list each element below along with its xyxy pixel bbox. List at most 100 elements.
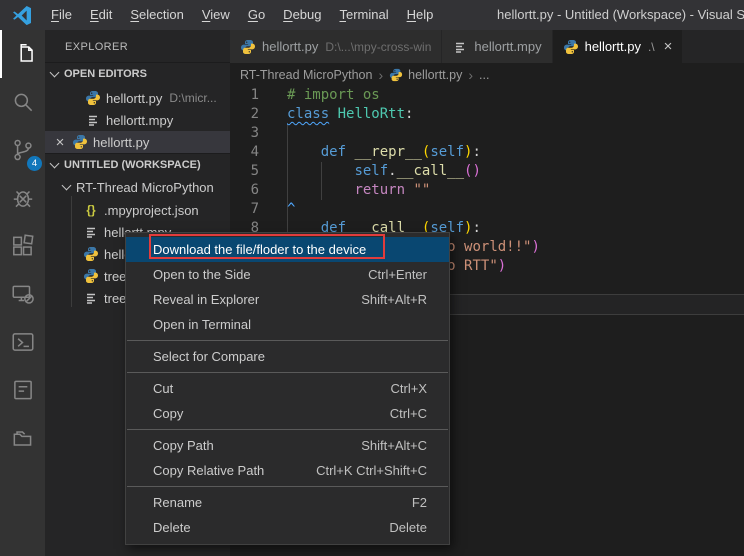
menu-item-copy-path[interactable]: Copy Path Shift+Alt+C	[126, 433, 449, 458]
code-line[interactable]: 4 def __repr__(self):	[230, 143, 744, 162]
code-line[interactable]: 7^	[230, 200, 744, 219]
menu-item-rename[interactable]: Rename F2	[126, 490, 449, 515]
activity-source-control[interactable]: 4	[0, 126, 45, 174]
code-line[interactable]: 2class HelloRtt:	[230, 105, 744, 124]
breadcrumb-file[interactable]: hellortt.py	[408, 68, 462, 82]
open-editor-hellortt-mpy[interactable]: hellortt.mpy	[45, 109, 230, 131]
explorer-context-menu: Download the file/floder to the device O…	[125, 232, 450, 545]
menu-view[interactable]: View	[193, 0, 239, 30]
close-icon[interactable]: ×	[664, 38, 673, 55]
menu-terminal[interactable]: Terminal	[330, 0, 397, 30]
menu-file[interactable]: File	[42, 0, 81, 30]
code-line[interactable]: 5 self.__call__()	[230, 162, 744, 181]
file-path: D:\micr...	[169, 91, 216, 105]
chevron-right-icon: ›	[378, 67, 383, 83]
open-editor-hellortt-py-1[interactable]: hellortt.py D:\micr...	[45, 87, 230, 109]
python-file-icon	[389, 68, 403, 82]
activity-debug[interactable]	[0, 174, 45, 222]
menu-help[interactable]: Help	[398, 0, 443, 30]
breadcrumb-symbol[interactable]: ...	[479, 68, 489, 82]
tab-path: D:\...\mpy-cross-win	[325, 40, 431, 54]
menu-item-copy[interactable]: Copy Ctrl+C	[126, 401, 449, 426]
folder-rt-thread-micropython[interactable]: RT-Thread MicroPython	[45, 176, 230, 198]
activity-remote-device[interactable]	[0, 270, 45, 318]
menu-item-select-for-compare[interactable]: Select for Compare	[126, 344, 449, 369]
chevron-down-icon	[50, 159, 60, 169]
close-icon[interactable]: ×	[53, 134, 67, 151]
menu-item-download-to-device[interactable]: Download the file/floder to the device	[126, 237, 449, 262]
tab-hellortt-py-active[interactable]: hellortt.py .\ ×	[553, 30, 684, 63]
code-text: # import os	[277, 86, 380, 105]
menu-go[interactable]: Go	[239, 0, 274, 30]
tab-label: hellortt.py	[585, 39, 641, 54]
menu-item-copy-relative-path[interactable]: Copy Relative Path Ctrl+K Ctrl+Shift+C	[126, 458, 449, 483]
line-number: 5	[230, 162, 277, 181]
code-line[interactable]: 6 return ""	[230, 181, 744, 200]
menu-item-label: Copy Relative Path	[153, 463, 316, 478]
tab-label: hellortt.mpy	[474, 39, 541, 54]
vscode-window: File Edit Selection View Go Debug Termin…	[0, 0, 744, 556]
open-editors-label: OPEN EDITORS	[64, 68, 147, 80]
device-monitor-icon	[10, 281, 36, 307]
menu-item-label: Select for Compare	[153, 349, 427, 364]
tab-hellortt-py-external[interactable]: hellortt.py D:\...\mpy-cross-win	[230, 30, 442, 63]
sidebar-title: EXPLORER	[45, 30, 230, 62]
activity-search[interactable]	[0, 78, 45, 126]
chevron-right-icon: ›	[468, 67, 473, 83]
line-number: 4	[230, 143, 277, 162]
menu-edit[interactable]: Edit	[81, 0, 121, 30]
menu-item-open-in-terminal[interactable]: Open in Terminal	[126, 312, 449, 337]
menu-item-label: Open in Terminal	[153, 317, 427, 332]
activity-output-notebook[interactable]	[0, 366, 45, 414]
menu-separator	[127, 372, 448, 373]
menu-item-shortcut: Ctrl+X	[391, 381, 427, 396]
workspace-label: UNTITLED (WORKSPACE)	[64, 159, 201, 171]
menu-item-delete[interactable]: Delete Delete	[126, 515, 449, 540]
activity-powershell-terminal[interactable]	[0, 318, 45, 366]
section-untitled-workspace[interactable]: UNTITLED (WORKSPACE)	[45, 153, 230, 176]
menu-item-shortcut: Shift+Alt+C	[361, 438, 427, 453]
notebook-icon	[10, 377, 36, 403]
extensions-icon	[10, 233, 36, 259]
menu-item-reveal-in-explorer[interactable]: Reveal in Explorer Shift+Alt+R	[126, 287, 449, 312]
tab-hellortt-mpy[interactable]: hellortt.mpy	[442, 30, 552, 63]
vscode-logo-icon	[12, 5, 32, 25]
tab-path: .\	[648, 40, 655, 54]
mpy-file-icon	[83, 224, 99, 240]
code-text: return ""	[277, 181, 430, 200]
menu-item-label: Download the file/floder to the device	[153, 242, 427, 257]
window-title: hellortt.py - Untitled (Workspace) - Vis…	[497, 0, 744, 30]
breadcrumb-folder[interactable]: RT-Thread MicroPython	[240, 68, 372, 82]
menu-item-label: Open to the Side	[153, 267, 368, 282]
menu-item-shortcut: Ctrl+Enter	[368, 267, 427, 282]
code-line[interactable]: 3	[230, 124, 744, 143]
python-file-icon	[83, 246, 99, 262]
open-editor-hellortt-py-2[interactable]: × hellortt.py	[45, 131, 230, 153]
menu-item-shortcut: Ctrl+C	[390, 406, 427, 421]
menu-item-shortcut: Shift+Alt+R	[361, 292, 427, 307]
activity-explorer[interactable]	[0, 30, 47, 78]
file-mpyproject-json[interactable]: {} .mpyproject.json	[45, 199, 230, 221]
menu-item-label: Reveal in Explorer	[153, 292, 361, 307]
section-open-editors[interactable]: OPEN EDITORS	[45, 62, 230, 85]
python-file-icon	[72, 134, 88, 150]
menu-item-label: Delete	[153, 520, 389, 535]
title-bar: File Edit Selection View Go Debug Termin…	[0, 0, 744, 30]
tree-indent-guide	[71, 196, 72, 307]
menu-separator	[127, 340, 448, 341]
python-file-icon	[83, 268, 99, 284]
file-name: hellortt.py	[93, 135, 149, 150]
activity-extensions[interactable]	[0, 222, 45, 270]
activity-folders[interactable]	[0, 414, 45, 462]
menu-debug[interactable]: Debug	[274, 0, 330, 30]
menu-selection[interactable]: Selection	[121, 0, 192, 30]
code-line[interactable]: 1# import os	[230, 86, 744, 105]
line-number: 1	[230, 86, 277, 105]
python-file-icon	[85, 90, 101, 106]
search-icon	[10, 89, 36, 115]
menu-item-shortcut: Delete	[389, 520, 427, 535]
menu-item-open-to-side[interactable]: Open to the Side Ctrl+Enter	[126, 262, 449, 287]
file-name: hellortt.py	[106, 91, 162, 106]
menu-item-cut[interactable]: Cut Ctrl+X	[126, 376, 449, 401]
file-name: .mpyproject.json	[104, 203, 199, 218]
